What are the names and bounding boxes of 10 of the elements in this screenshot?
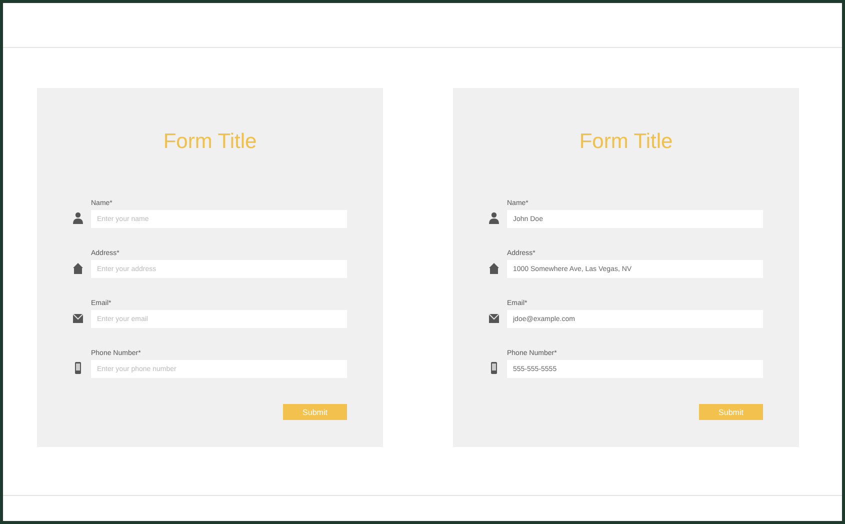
person-icon — [489, 212, 499, 224]
person-icon — [73, 212, 83, 224]
envelope-icon — [489, 312, 499, 324]
form-title: Form Title — [162, 130, 258, 154]
phone-icon — [73, 362, 83, 374]
envelope-icon — [73, 312, 83, 324]
form-title: Form Title — [578, 130, 674, 154]
phone-icon — [489, 362, 499, 374]
house-icon — [489, 262, 499, 274]
house-icon — [73, 262, 83, 274]
